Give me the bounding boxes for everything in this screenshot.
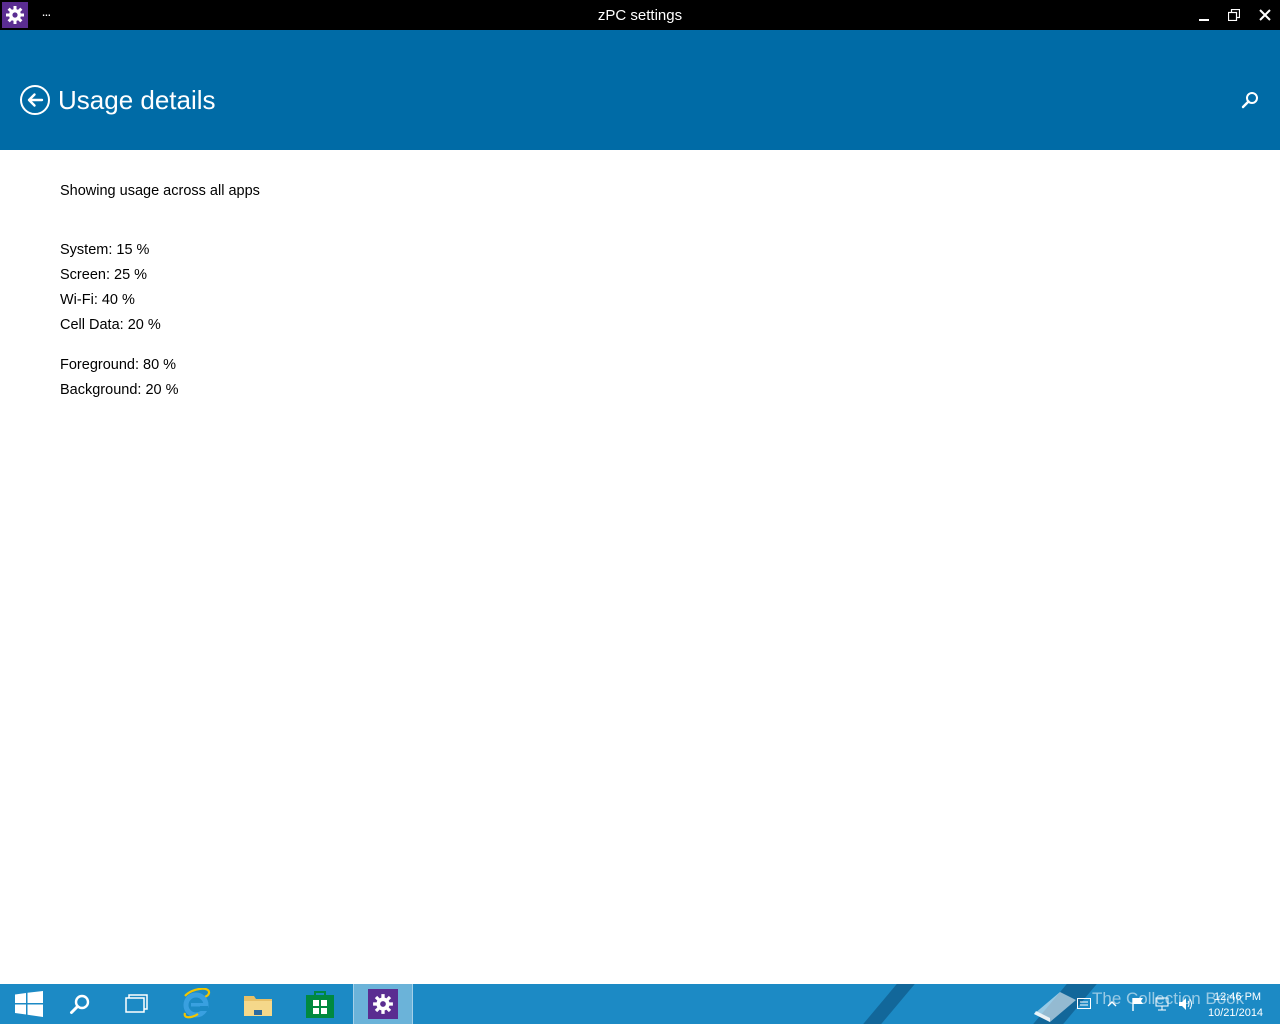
internet-explorer-icon [183, 988, 211, 1019]
internet-explorer-button[interactable] [167, 984, 225, 1024]
store-icon [306, 991, 334, 1018]
network-icon[interactable] [1154, 996, 1170, 1012]
usage-cell-data: Cell Data: 20 % [60, 317, 161, 333]
taskbar-decoration [863, 984, 915, 1024]
task-view-button[interactable] [108, 984, 166, 1024]
usage-screen: Screen: 25 % [60, 267, 148, 283]
task-view-icon [125, 994, 148, 1013]
usage-summary: Showing usage across all apps [60, 183, 260, 199]
book-logo-icon [1034, 992, 1076, 1022]
taskbar-search-button[interactable] [51, 984, 109, 1024]
close-button[interactable] [1249, 0, 1280, 30]
restore-icon [1227, 9, 1240, 21]
minimize-button[interactable] [1188, 0, 1219, 30]
store-button[interactable] [291, 984, 349, 1024]
usage-foreground: Foreground: 80 % [60, 357, 177, 373]
clock-date: 10/21/2014 [1208, 1007, 1264, 1019]
file-explorer-button[interactable] [229, 984, 287, 1024]
search-button[interactable] [1240, 90, 1260, 110]
back-button[interactable] [19, 84, 51, 116]
page-header: Usage details [0, 30, 1280, 150]
volume-icon[interactable] [1178, 996, 1194, 1012]
minimize-icon [1198, 19, 1209, 21]
search-icon [1241, 92, 1258, 109]
file-explorer-icon [244, 996, 272, 1016]
clock-time: 12:46 PM [1214, 991, 1262, 1003]
usage-background: Background: 20 % [60, 382, 179, 398]
action-center-icon[interactable] [1076, 996, 1092, 1012]
usage-wifi: Wi-Fi: 40 % [60, 292, 135, 308]
back-arrow-icon [20, 85, 50, 115]
restore-button[interactable] [1218, 0, 1249, 30]
settings-icon [368, 989, 398, 1019]
app-gear-icon[interactable] [2, 2, 28, 28]
search-icon [70, 994, 90, 1014]
taskbar: The Collection Book 12:46 PM 10/21/2014 [0, 984, 1280, 1024]
app-menu-button[interactable]: ... [38, 4, 54, 18]
windows-logo-icon [15, 991, 43, 1017]
flag-icon[interactable] [1130, 996, 1146, 1012]
title-bar: ... zPC settings [0, 0, 1280, 30]
page-title: Usage details [58, 85, 216, 115]
show-hidden-icons-chevron-up-icon[interactable] [1104, 996, 1120, 1012]
close-icon [1258, 9, 1271, 21]
window-title: zPC settings [597, 7, 683, 24]
usage-system: System: 15 % [60, 242, 150, 258]
start-button[interactable] [0, 984, 58, 1024]
settings-taskbar-button[interactable] [353, 984, 413, 1024]
